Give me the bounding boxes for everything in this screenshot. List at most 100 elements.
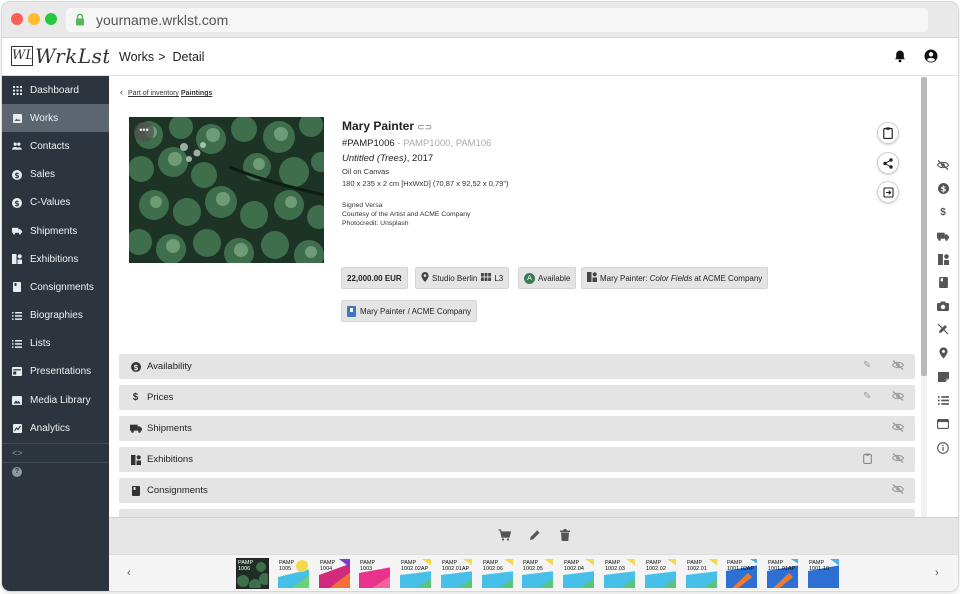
filmstrip-thumb[interactable]: PAMP 1002.04: [563, 559, 594, 588]
eye-off-icon[interactable]: [891, 360, 905, 373]
dollar-circle-icon[interactable]: $: [937, 182, 949, 194]
consignment-tag[interactable]: Mary Painter / ACME Company: [341, 300, 478, 322]
pencil-icon[interactable]: [529, 529, 541, 544]
filmstrip-thumb[interactable]: PAMP 1002.01AP: [441, 559, 472, 588]
inventory-back-link[interactable]: ‹ Part of inventory Paintings: [120, 87, 212, 97]
filmstrip-thumb[interactable]: PAMP 1002.02: [645, 559, 676, 588]
logo[interactable]: WL WrkLst: [2, 38, 110, 76]
sidebar-item-analytics[interactable]: Analytics: [2, 414, 109, 442]
availability-tag[interactable]: A Available: [518, 267, 577, 289]
window-icon[interactable]: [937, 418, 949, 430]
work-detail-content: ‹ Part of inventory Paintings ••• Mary P…: [109, 77, 921, 517]
eye-off-icon[interactable]: [891, 391, 905, 404]
dollar-icon[interactable]: $: [937, 206, 949, 218]
filmstrip-thumb[interactable]: PAMP 1004: [319, 559, 350, 588]
filmstrip-thumb[interactable]: PAMP 1003: [359, 559, 390, 588]
thumb-label: 1002.04: [564, 566, 584, 572]
eye-off-icon[interactable]: [937, 159, 949, 171]
section-exhibitions[interactable]: Exhibitions: [119, 447, 915, 472]
pencil-off-icon[interactable]: [937, 323, 949, 335]
help-icon[interactable]: ?: [12, 467, 22, 477]
filmstrip-thumb[interactable]: PAMP 1006: [236, 558, 269, 589]
exhibition-tag[interactable]: Mary Painter: Color Fields at ACME Compa…: [581, 267, 769, 289]
filmstrip-thumb[interactable]: PAMP 1002.01: [686, 559, 717, 588]
sidebar-item-consignments[interactable]: Consignments: [2, 273, 109, 301]
account-icon[interactable]: [924, 49, 938, 63]
filmstrip-thumb[interactable]: PAMP 1005: [278, 559, 309, 588]
chevron-left-icon[interactable]: ‹: [127, 567, 131, 579]
list-icon[interactable]: [937, 394, 949, 406]
section-shipments[interactable]: Shipments: [119, 416, 915, 441]
thumb-label: 1005: [279, 566, 292, 572]
location-tag[interactable]: Studio Berlin L3: [415, 267, 510, 289]
minimize-window-button[interactable]: [28, 13, 40, 25]
section-partial[interactable]: [119, 509, 915, 517]
sidebar-item-works[interactable]: Works: [2, 104, 109, 133]
artwork-image[interactable]: •••: [129, 117, 324, 263]
eye-off-icon[interactable]: [891, 453, 905, 466]
book-icon[interactable]: [937, 276, 949, 288]
sidebar-item-dashboard[interactable]: Dashboard: [2, 76, 109, 104]
section-label: Shipments: [147, 423, 192, 434]
sidebar-nav: Dashboard Works Contacts $ Sales $ C-Val…: [2, 76, 109, 442]
scrollbar-thumb[interactable]: [921, 77, 927, 376]
thumb-label: 1004: [320, 566, 333, 572]
share-button[interactable]: [877, 152, 899, 174]
sidebar-item-lists[interactable]: Lists: [2, 330, 109, 358]
thumb-label: 1002.06: [483, 566, 503, 572]
section-prices[interactable]: $ Prices ✎: [119, 385, 915, 410]
bottom-toolbar: [109, 517, 958, 554]
clipboard-icon[interactable]: [863, 453, 872, 467]
filmstrip-thumb[interactable]: PAMP 1001.01AP: [767, 559, 798, 588]
sidebar-item-c-values[interactable]: $ C-Values: [2, 189, 109, 217]
breadcrumb-works-link[interactable]: Works: [119, 50, 154, 64]
close-window-button[interactable]: [11, 13, 23, 25]
sidebar-item-sales[interactable]: $ Sales: [2, 161, 109, 189]
section-availability[interactable]: $ Availability ✎: [119, 354, 915, 379]
grid-icon: [12, 85, 22, 95]
sidebar-item-label: Consignments: [30, 281, 94, 293]
artist-name[interactable]: Mary Painter ⊂⊃: [342, 119, 742, 133]
collapse-sidebar-icon[interactable]: <>: [12, 448, 23, 458]
info-icon[interactable]: [937, 442, 949, 454]
sidebar-item-biographies[interactable]: Biographies: [2, 302, 109, 330]
sidebar-item-label: Lists: [30, 338, 51, 350]
people-icon: [12, 141, 22, 151]
eye-off-icon[interactable]: [891, 484, 905, 497]
cart-icon[interactable]: [498, 529, 512, 544]
price-tag[interactable]: 22,000.00 EUR: [341, 267, 408, 289]
pencil-icon[interactable]: ✎: [863, 360, 871, 371]
work-medium: Oil on Canvas: [342, 167, 390, 176]
filmstrip-thumb[interactable]: PAMP 1001.10: [808, 559, 839, 588]
bell-icon[interactable]: [893, 49, 907, 63]
link-icon[interactable]: ⊂⊃: [417, 122, 432, 133]
section-label: Prices: [147, 392, 174, 403]
more-options-icon[interactable]: •••: [134, 122, 154, 142]
address-bar[interactable]: yourname.wrklst.com: [66, 8, 928, 32]
clipboard-button[interactable]: [877, 122, 899, 144]
maximize-window-button[interactable]: [45, 13, 57, 25]
note-icon[interactable]: [937, 371, 949, 383]
filmstrip-thumb[interactable]: PAMP 1002.05: [522, 559, 553, 588]
filmstrip-thumb[interactable]: PAMP 1002.02AP: [400, 559, 431, 588]
sidebar-item-shipments[interactable]: Shipments: [2, 217, 109, 245]
filmstrip-thumb[interactable]: PAMP 1001.02AP: [726, 559, 757, 588]
sidebar-item-contacts[interactable]: Contacts: [2, 132, 109, 160]
filmstrip-thumb[interactable]: PAMP 1002.03: [604, 559, 635, 588]
eye-off-icon[interactable]: [891, 422, 905, 435]
camera-icon[interactable]: [937, 300, 949, 312]
export-button[interactable]: [877, 181, 899, 203]
dollar-circle-icon: $: [129, 361, 142, 372]
trash-icon[interactable]: [560, 529, 570, 544]
chevron-right-icon[interactable]: ›: [935, 567, 939, 579]
truck-icon[interactable]: [937, 230, 949, 242]
pencil-icon[interactable]: ✎: [863, 391, 871, 402]
filmstrip-thumb[interactable]: PAMP 1002.06: [482, 559, 513, 588]
exhibition-icon[interactable]: [937, 253, 949, 265]
work-courtesy: Courtesy of the Artist and ACME Company: [342, 211, 471, 218]
location-pin-icon[interactable]: [937, 347, 949, 359]
sidebar-item-media-library[interactable]: Media Library: [2, 386, 109, 414]
sidebar-item-presentations[interactable]: Presentations: [2, 358, 109, 386]
section-consignments[interactable]: Consignments: [119, 478, 915, 503]
sidebar-item-exhibitions[interactable]: Exhibitions: [2, 245, 109, 273]
